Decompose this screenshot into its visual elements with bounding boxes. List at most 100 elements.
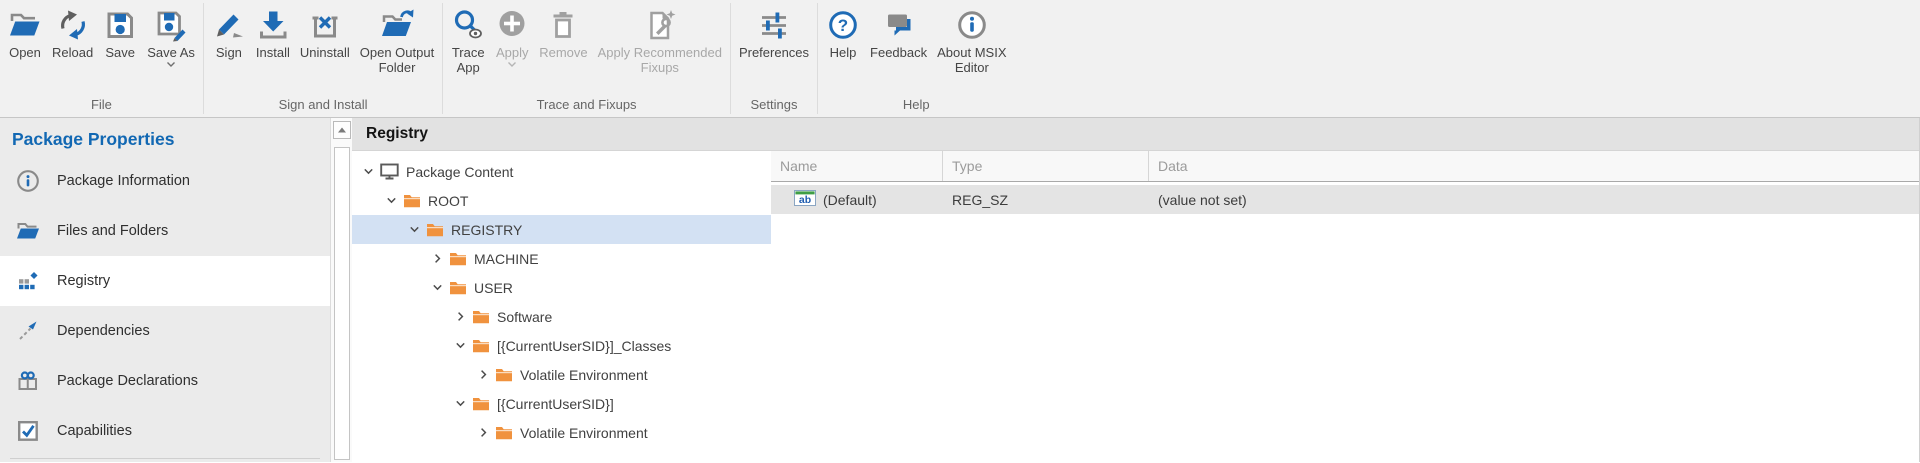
scrollbar-up-button[interactable] [333, 121, 351, 139]
folder-icon [449, 281, 467, 295]
trace-app-button[interactable]: TraceApp [446, 2, 490, 75]
info-circle-icon [16, 169, 40, 193]
chevron-down-icon[interactable] [452, 398, 469, 409]
feedback-button[interactable]: Feedback [865, 2, 932, 60]
chevron-down-icon[interactable] [406, 224, 423, 235]
svg-text:ab: ab [799, 194, 811, 206]
save-as-button[interactable]: Save As [142, 2, 200, 68]
apply-icon [495, 8, 529, 42]
install-button[interactable]: Install [251, 2, 295, 60]
sidebar-item-registry[interactable]: Registry [0, 256, 330, 306]
ribbon-group-label: Settings [734, 95, 814, 117]
sidebar-item-package-information[interactable]: Package Information [0, 156, 330, 206]
apply-recommended-fixups-button: Apply RecommendedFixups [593, 2, 727, 75]
chevron-down-icon[interactable] [360, 166, 377, 177]
tree-item-label: MACHINE [474, 251, 539, 267]
main-panel: Registry Package ContentROOTREGISTRYMACH… [352, 118, 1920, 462]
apply-button: Apply [490, 2, 534, 68]
tree-item-label: [{CurrentUserSID}] [497, 396, 614, 412]
column-header-data[interactable]: Data [1149, 151, 1919, 181]
sidebar-item-files-and-folders[interactable]: Files and Folders [0, 206, 330, 256]
feedback-icon [882, 8, 916, 42]
content-area: Package Properties Package InformationFi… [0, 118, 1920, 462]
value-data-cell: (value not set) [1149, 185, 1919, 214]
about-msix-editor-button[interactable]: About MSIXEditor [932, 2, 1011, 75]
button-label: Remove [539, 45, 587, 60]
chevron-down-icon[interactable] [429, 282, 446, 293]
tree-item-software[interactable]: Software [352, 302, 771, 331]
sidebar-scrollbar[interactable] [330, 118, 352, 462]
button-label: TraceApp [452, 45, 485, 75]
sidebar-item-package-declarations[interactable]: Package Declarations [0, 356, 330, 406]
help-button[interactable]: ?Help [821, 2, 865, 60]
reload-button[interactable]: Reload [47, 2, 98, 60]
column-header-type[interactable]: Type [943, 151, 1149, 181]
tree-item-machine[interactable]: MACHINE [352, 244, 771, 273]
sidebar-item-dependencies[interactable]: Dependencies [0, 306, 330, 356]
ribbon-group-help: ?HelpFeedbackAbout MSIXEditor Help [818, 0, 1014, 117]
remove-button: Remove [534, 2, 592, 60]
ribbon-group-sign-and-install: Sign InstallUninstallOpen OutputFolder Sig… [204, 0, 442, 117]
sidebar: Package Properties Package InformationFi… [0, 118, 330, 462]
button-label: Save As [147, 45, 195, 60]
tree-item-currentusersid-classes[interactable]: [{CurrentUserSID}]_Classes [352, 331, 771, 360]
chevron-down-icon[interactable] [452, 340, 469, 351]
save-icon [103, 8, 137, 42]
ribbon-group-label: Help [821, 95, 1011, 117]
value-name: (Default) [823, 192, 877, 208]
ribbon-group-label: Sign and Install [207, 95, 439, 117]
registry-value-row[interactable]: ab (Default) REG_SZ(value not set) [771, 185, 1919, 214]
open-output-folder-icon [380, 8, 414, 42]
open-icon [8, 8, 42, 42]
sidebar-item-capabilities[interactable]: Capabilities [0, 406, 330, 456]
tree-item-volatile-environment[interactable]: Volatile Environment [352, 418, 771, 447]
tree-item-label: [{CurrentUserSID}]_Classes [497, 338, 671, 354]
save-button[interactable]: Save [98, 2, 142, 60]
sidebar-item-label: Dependencies [57, 323, 150, 339]
files-folders-icon [16, 219, 40, 243]
ribbon-group-file: OpenReloadSave Save As File [0, 0, 203, 117]
folder-icon [403, 194, 421, 208]
open-output-folder-button[interactable]: Open OutputFolder [355, 2, 439, 75]
tree-item-package-content[interactable]: Package Content [352, 157, 771, 186]
main-body: Package ContentROOT REGISTRY MACHINE USERSo… [352, 151, 1919, 462]
tree-item-label: Volatile Environment [520, 425, 648, 441]
chevron-down-icon[interactable] [383, 195, 400, 206]
button-label: Preferences [739, 45, 809, 60]
folder-icon [449, 252, 467, 266]
chevron-right-icon[interactable] [429, 253, 446, 264]
scrollbar-thumb[interactable] [334, 147, 350, 460]
tree-item-user[interactable]: USER [352, 273, 771, 302]
chevron-right-icon[interactable] [475, 427, 492, 438]
button-label: Help [830, 45, 857, 60]
up-arrow-icon [337, 126, 347, 134]
button-label: About MSIXEditor [937, 45, 1006, 75]
ribbon-group-label: Trace and Fixups [446, 95, 727, 117]
column-header-name[interactable]: Name [771, 151, 943, 181]
tree-item-volatile-environment[interactable]: Volatile Environment [352, 360, 771, 389]
uninstall-icon [308, 8, 342, 42]
tree-item-label: REGISTRY [451, 222, 522, 238]
tree-item-root[interactable]: ROOT [352, 186, 771, 215]
tree-item-registry[interactable]: REGISTRY [352, 215, 771, 244]
folder-icon [495, 426, 513, 440]
ribbon-group-label: File [3, 95, 200, 117]
folder-icon [495, 368, 513, 382]
value-type-cell: REG_SZ [943, 185, 1149, 214]
sidebar-nav: Package Information Files and Folders Regi… [0, 156, 330, 456]
uninstall-button[interactable]: Uninstall [295, 2, 355, 60]
sidebar-item-label: Package Declarations [57, 373, 198, 389]
save-as-icon [154, 8, 188, 42]
folder-icon [472, 310, 490, 324]
chevron-right-icon[interactable] [475, 369, 492, 380]
value-name-cell: ab (Default) [771, 185, 943, 214]
open-button[interactable]: Open [3, 2, 47, 60]
preferences-button[interactable]: Preferences [734, 2, 814, 60]
chevron-right-icon[interactable] [452, 311, 469, 322]
sign-button[interactable]: Sign [207, 2, 251, 60]
string-value-icon: ab [794, 190, 816, 209]
sidebar-item-label: Files and Folders [57, 223, 168, 239]
remove-icon [546, 8, 580, 42]
tree-item-currentusersid[interactable]: [{CurrentUserSID}] [352, 389, 771, 418]
button-label: Sign [216, 45, 242, 60]
